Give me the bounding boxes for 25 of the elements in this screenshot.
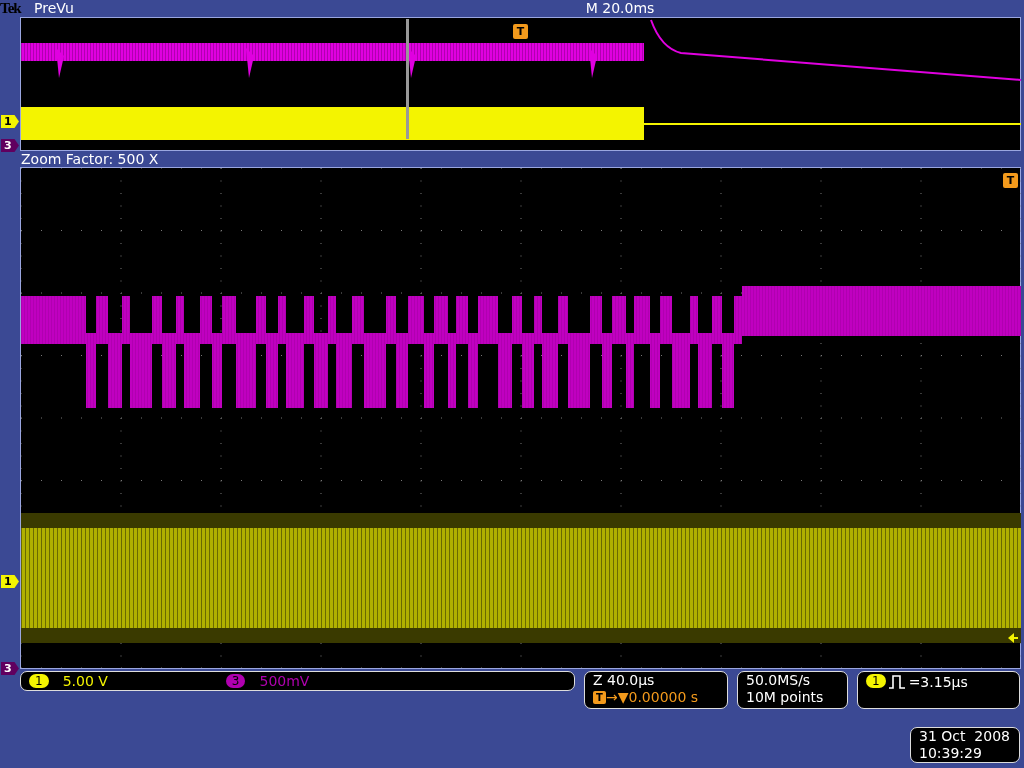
trigger-marker: T: [1003, 173, 1018, 188]
zoom-scale: Z 40.0µs: [593, 672, 656, 689]
arrow-icon: [1008, 633, 1018, 643]
channel-marker: 3: [1, 662, 19, 675]
trigger-icon: T: [593, 691, 606, 704]
pulse-icon: [889, 675, 906, 689]
channel-marker: 3: [1, 139, 19, 152]
channel-marker: 1: [1, 575, 19, 588]
channel-badge: 1: [29, 674, 49, 688]
channel-badge: 3: [225, 674, 246, 688]
channel-scale: 500mV: [259, 672, 310, 690]
record-length: 10M points: [746, 689, 825, 706]
time-label: 10:39:29: [919, 745, 983, 762]
zoom-factor-label: Zoom Factor: 500 X: [20, 151, 160, 167]
sample-rate: 50.0MS/s: [746, 672, 812, 689]
trigger-marker: T: [513, 24, 528, 39]
channel-scale: 5.00 V: [62, 672, 108, 690]
brand-logo: Tek: [0, 0, 23, 17]
mode-label: PreVu: [34, 0, 74, 17]
channel-marker: 1: [1, 115, 19, 128]
channel-badge: 1: [866, 674, 886, 688]
date-label: 31 Oct 2008: [919, 728, 1011, 745]
timebase-label: M 20.0ms: [585, 0, 655, 17]
trigger-position: →▼0.00000 s: [606, 689, 699, 706]
pulse-width-value: =3.15µs: [908, 674, 968, 690]
